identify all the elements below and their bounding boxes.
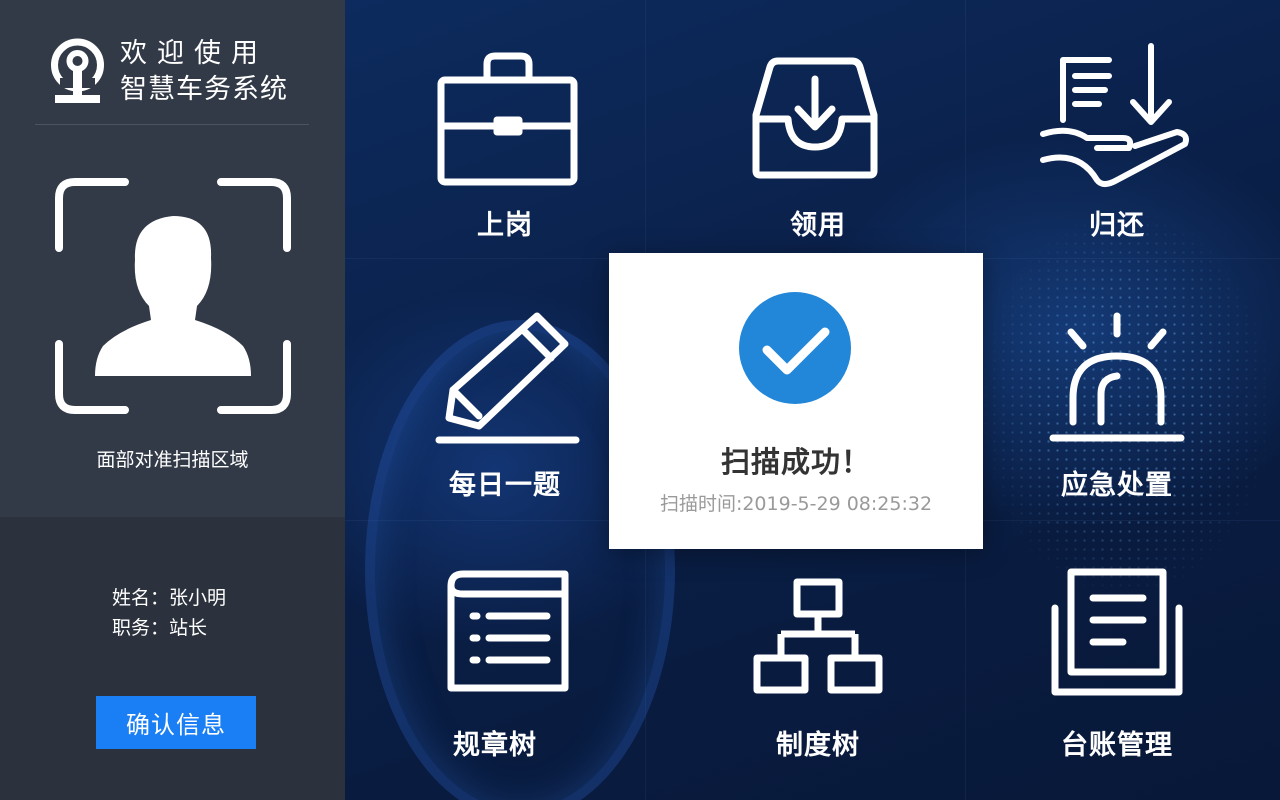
user-role-row: 职务：站长 <box>112 613 226 643</box>
railway-logo-icon <box>51 38 104 103</box>
menu-label: 归还 <box>1089 210 1145 241</box>
alarm-light-icon <box>1049 312 1185 442</box>
dialog-title: 扫描成功！ <box>720 445 871 479</box>
sidebar: 欢迎使用 智慧车务系统 面部对准扫描区域 姓名：张小明 职务：站长 确认信息 <box>0 0 345 800</box>
system-name: 智慧车务系统 <box>120 74 288 105</box>
menu-label: 制度树 <box>776 730 860 761</box>
check-circle-icon <box>739 292 851 404</box>
user-info: 姓名：张小明 职务：站长 <box>112 583 226 643</box>
sidebar-divider <box>35 124 309 125</box>
inbox-download-icon <box>752 57 878 179</box>
menu-label: 规章树 <box>453 730 537 761</box>
user-role-label: 职务： <box>112 617 170 639</box>
menu-item-on-duty[interactable]: 上岗 <box>355 0 655 255</box>
face-scan-frame-icon <box>55 178 291 414</box>
confirm-info-button[interactable]: 确认信息 <box>96 696 256 749</box>
user-name-value: 张小明 <box>169 587 227 609</box>
menu-label: 领用 <box>790 210 846 241</box>
scan-success-dialog: 扫描成功！ 扫描时间:2019-5-29 08:25:32 <box>609 253 983 549</box>
briefcase-icon <box>437 52 578 186</box>
menu-item-receive[interactable]: 领用 <box>668 0 968 255</box>
menu-item-return[interactable]: 归还 <box>967 0 1267 255</box>
sidebar-bottom-panel <box>0 517 345 800</box>
menu-label: 上岗 <box>477 210 533 241</box>
menu-item-emergency[interactable]: 应急处置 <box>967 260 1267 515</box>
book-list-icon <box>447 570 569 692</box>
menu-label: 应急处置 <box>1061 470 1173 501</box>
menu-item-regulation-tree[interactable]: 规章树 <box>345 520 645 775</box>
hand-return-icon <box>1040 43 1189 187</box>
menu-label: 台账管理 <box>1061 730 1173 761</box>
menu-item-ledger[interactable]: 台账管理 <box>967 520 1267 775</box>
menu-item-system-tree[interactable]: 制度树 <box>668 520 968 775</box>
scan-timestamp: 扫描时间:2019-5-29 08:25:32 <box>659 493 933 515</box>
pencil-icon <box>435 312 580 444</box>
user-name-label: 姓名： <box>112 587 170 609</box>
face-scan-hint: 面部对准扫描区域 <box>96 449 249 471</box>
org-tree-icon <box>753 578 883 694</box>
user-name-row: 姓名：张小明 <box>112 583 226 613</box>
user-role-value: 站长 <box>169 617 208 639</box>
welcome-text: 欢迎使用 <box>120 38 268 69</box>
ledger-icon <box>1051 568 1183 696</box>
